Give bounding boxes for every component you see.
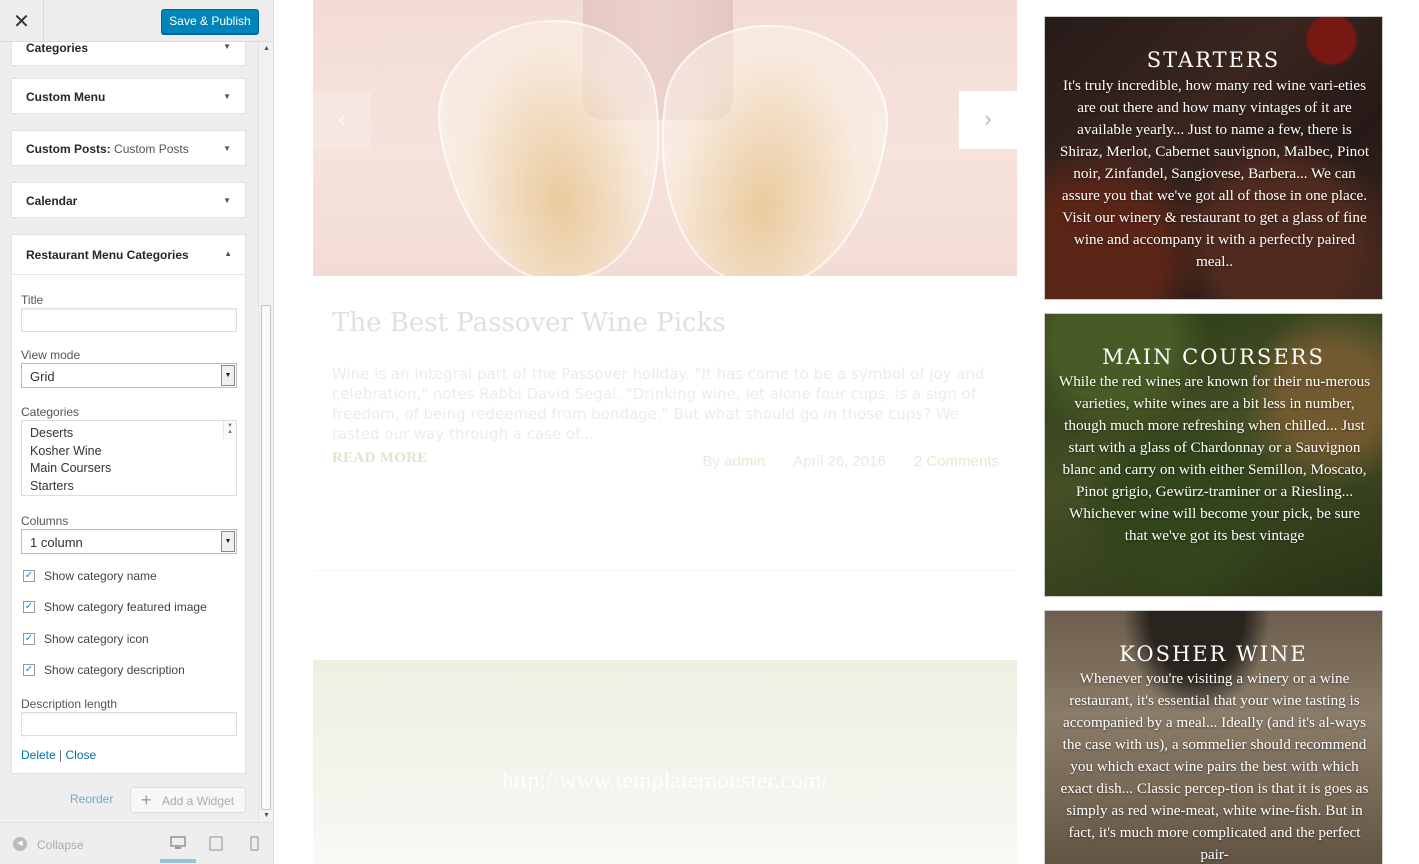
dropdown-arrow-icon[interactable]: ▼ [221,531,235,552]
columns-select[interactable]: 1 column ▼ [21,529,237,554]
add-widget-button[interactable]: + Add a Widget [130,787,246,813]
reorder-link[interactable]: Reorder [70,792,113,806]
close-customizer-button[interactable]: ✕ [0,0,44,42]
scroll-down-icon[interactable]: ▼ [227,421,233,436]
chevron-down-icon: ▼ [223,196,231,205]
category-option[interactable]: Deserts [30,425,228,443]
checkbox-label: Show category description [44,663,185,677]
customizer-header: ✕ Save & Publish [0,0,273,42]
widget-title: Restaurant Menu Categories [26,248,189,262]
checkmark-icon[interactable]: ✓ [23,570,35,582]
post-date[interactable]: April 26, 2016 [793,453,886,470]
watermark-url: http://www.templatemonster.com/ [501,768,829,794]
widget-actions: Delete | Close [21,748,96,762]
section-title: Custom Posts: Custom Posts [26,142,189,156]
customizer-sidebar: Categories ▼ Custom Menu ▼ Custom Posts:… [0,0,274,864]
categories-label: Categories [21,405,80,419]
chevron-down-icon: ▼ [223,92,231,101]
menu-category-card-main-coursers[interactable]: MAIN COURSERS While the red wines are kn… [1044,313,1383,597]
checkmark-icon[interactable]: ✓ [23,664,35,676]
view-mode-select[interactable]: Grid ▼ [21,363,237,388]
site-preview: ‹ › The Best Passover Wine Picks Wine is… [274,0,1419,864]
description-length-field[interactable] [21,712,237,736]
section-title: Calendar [26,194,78,208]
chevron-down-icon: ▼ [223,42,231,51]
view-mode-value: Grid [30,369,55,384]
scroll-up-icon[interactable]: ▲ [263,45,270,52]
card-title: STARTERS [1146,48,1281,72]
checkmark-icon[interactable]: ✓ [23,633,35,645]
columns-label: Columns [21,514,69,528]
checkbox-label: Show category featured image [44,600,207,614]
close-link[interactable]: Close [66,748,97,762]
plus-icon: + [141,790,152,810]
post-divider [313,570,1017,571]
delete-link[interactable]: Delete [21,748,56,762]
active-device-indicator [160,859,196,863]
read-more-link[interactable]: READ MORE [332,450,428,467]
section-custom-posts[interactable]: Custom Posts: Custom Posts ▼ [11,130,246,166]
tablet-preview-icon[interactable] [209,836,223,854]
post-meta: By admin April 26, 2016 2 Comments [703,453,1000,470]
customizer-footer: ◀ Collapse [0,822,273,864]
post-title[interactable]: The Best Passover Wine Picks [332,308,726,338]
post-featured-image: ‹ › [313,0,1017,276]
menu-category-card-starters[interactable]: STARTERS It's truly incredible, how many… [1044,16,1383,300]
save-publish-button[interactable]: Save & Publish [161,9,259,34]
post-author: By admin [703,453,770,470]
widget-header[interactable]: Restaurant Menu Categories ▲ [12,235,245,275]
chevron-left-icon: ‹ [338,106,346,131]
desktop-preview-icon[interactable] [170,836,186,853]
post-comments-link[interactable]: 2 Comments [914,453,999,470]
category-option[interactable]: Main Coursers [30,460,228,478]
view-mode-label: View mode [21,348,81,362]
categories-multiselect[interactable]: Deserts Kosher Wine Main Coursers Starte… [21,420,237,496]
section-title: Categories [26,41,89,55]
collapse-icon[interactable]: ◀ [13,837,27,851]
card-description: While the red wines are known for their … [1058,373,1371,544]
sidebar-scrollbar[interactable]: ▲ ▼ [258,42,273,822]
collapse-label[interactable]: Collapse [37,838,84,852]
section-calendar[interactable]: Calendar ▼ [11,182,246,218]
description-length-label: Description length [21,697,118,711]
card-title: MAIN COURSERS [1102,345,1325,369]
dropdown-arrow-icon[interactable]: ▼ [221,365,235,386]
card-description: Whenever you're visiting a winery or a w… [1060,670,1369,863]
post-excerpt: Wine is an integral part of the Passover… [332,365,985,443]
widget-restaurant-menu-categories: Restaurant Menu Categories ▲ Title View … [11,234,246,774]
section-title-main: Custom Posts: [26,142,111,156]
post-author-link[interactable]: admin [724,453,765,470]
slider-prev-button[interactable]: ‹ [313,91,371,149]
chevron-down-icon: ▼ [223,144,231,153]
chevron-right-icon: › [984,106,992,131]
next-post-image: http://www.templatemonster.com/ [313,660,1017,864]
checkbox-label: Show category icon [44,632,149,646]
chevron-up-icon: ▲ [224,249,232,258]
menu-category-card-kosher-wine[interactable]: KOSHER WINE Whenever you're visiting a w… [1044,610,1383,864]
checkbox-label: Show category name [44,569,157,583]
title-label: Title [21,293,44,307]
section-title: Custom Menu [26,90,106,104]
card-title: KOSHER WINE [1119,642,1308,666]
scroll-down-icon[interactable]: ▼ [263,812,270,819]
add-widget-label: Add a Widget [162,794,235,808]
section-custom-menu[interactable]: Custom Menu ▼ [11,78,246,114]
list-scrollbar[interactable]: ▲ ▼ [223,421,236,439]
close-icon: ✕ [13,10,30,33]
mobile-preview-icon[interactable] [250,836,259,854]
columns-value: 1 column [30,535,83,550]
post-author-prefix: By [702,453,721,470]
category-option[interactable]: Starters [30,478,228,496]
slider-next-button[interactable]: › [959,91,1017,149]
link-separator: | [59,748,63,762]
scrollbar-thumb[interactable] [261,305,271,810]
card-description: It's truly incredible, how many red wine… [1059,77,1370,270]
title-field[interactable] [21,308,237,332]
category-option[interactable]: Kosher Wine [30,443,228,461]
section-title-sub: Custom Posts [114,142,189,156]
checkmark-icon[interactable]: ✓ [23,601,35,613]
